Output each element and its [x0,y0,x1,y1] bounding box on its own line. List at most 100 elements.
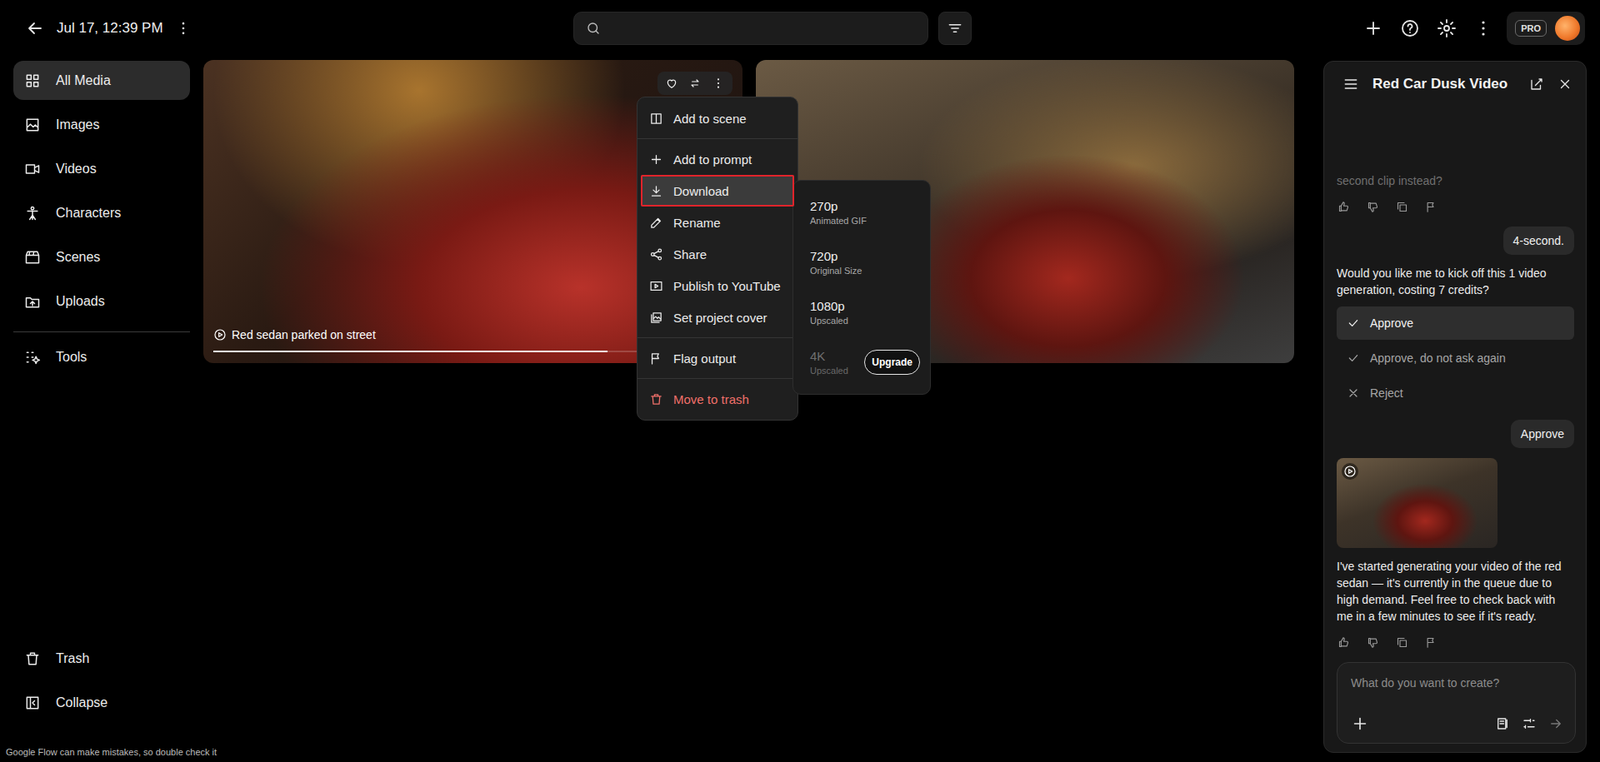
prompt-input[interactable] [1347,673,1567,694]
menu-divider [637,378,798,380]
flag-icon [1425,636,1438,650]
close-button[interactable] [1554,73,1576,95]
sidebar-item[interactable]: All Media [13,60,190,100]
sidebar-item[interactable]: Collapse [13,683,190,723]
account-pill[interactable]: PRO [1506,11,1585,45]
sidebar-item[interactable]: Characters [13,193,190,233]
sidebar-item[interactable]: Images [13,105,190,145]
scene-icon [649,111,664,126]
chat-header: Red Car Dusk Video [1324,61,1586,107]
feedback-button[interactable] [1391,197,1413,217]
send-icon [1548,716,1564,732]
grid-icon [24,72,41,90]
feedback-button[interactable] [1420,633,1442,653]
send-button[interactable] [1545,713,1567,735]
collapse-icon [24,695,41,712]
feedback-button[interactable] [1420,197,1442,217]
sidebar-divider [13,331,190,333]
user-message: 4-second. [1503,226,1575,255]
attach-button[interactable] [1347,711,1373,737]
menu-icon [1342,75,1360,93]
reuse-button[interactable] [684,74,706,93]
search-field[interactable] [573,11,929,45]
more-button[interactable] [1470,15,1497,42]
download-option[interactable]: 720pOriginal Size [810,237,920,288]
approval-option[interactable]: Reject [1336,376,1575,410]
thumbup-icon [1337,200,1350,214]
download-option[interactable]: 1080pUpscaled [810,287,920,338]
flow-app: Jul 17, 12:39 PM PRO All Media ImagesVideos… [0,0,1600,762]
assistant-message: I've started generating your video of th… [1336,558,1575,653]
download-option[interactable]: 270pAnimated GIF [810,187,920,238]
close-icon [1557,76,1573,92]
upgrade-button[interactable]: Upgrade [864,350,920,375]
upload-icon [24,293,41,310]
project-title: Jul 17, 12:39 PM [56,20,164,37]
menu-item[interactable]: Move to trash [640,383,795,415]
close-icon [1346,386,1360,400]
sidebar: All Media ImagesVideosCharactersScenesUpl… [0,56,200,762]
feedback-button[interactable] [1391,633,1413,653]
settings-sliders-button[interactable] [1518,713,1540,735]
clapper-icon [24,249,41,266]
add-button[interactable] [1360,15,1387,42]
approval-option[interactable]: Approve, do not ask again [1336,341,1575,375]
menu-item[interactable]: Add to scene [640,102,795,135]
flag-icon [1425,200,1438,214]
back-button[interactable] [21,15,49,42]
generated-video-thumbnail[interactable] [1336,458,1498,549]
feedback-row [1333,633,1575,653]
menu-divider [637,337,798,339]
card-menu-button[interactable] [707,74,730,93]
menu-item[interactable]: Rename [640,206,795,239]
menu-item[interactable]: Publish to YouTube [640,270,795,302]
feedback-button[interactable] [1333,633,1355,653]
avatar[interactable] [1555,15,1580,41]
back-icon [25,18,45,39]
thumbdown-icon [1366,200,1380,214]
menu-item[interactable]: Share [640,238,795,270]
prompt-notes-button[interactable] [1491,713,1514,735]
trash-icon [24,650,41,668]
notes-icon [1495,716,1510,732]
search-input[interactable] [609,20,916,37]
check-icon [1346,351,1360,365]
download-option: 4KUpscaledUpgrade [810,337,920,388]
project-menu-button[interactable] [171,16,195,40]
heart-icon [665,76,679,90]
sidebar-item[interactable]: Tools [13,337,190,377]
sidebar-item[interactable]: Uploads [13,281,190,321]
top-bar: Jul 17, 12:39 PM PRO [0,0,1600,57]
plan-badge: PRO [1515,20,1547,37]
sparkle-icon [24,349,41,366]
plus-icon [1363,18,1384,39]
menu-item[interactable]: Add to prompt [640,143,795,175]
flag-icon [649,351,664,366]
favorite-button[interactable] [660,74,683,93]
download-submenu: 270pAnimated GIF720pOriginal Size1080pUp… [792,180,931,395]
filter-button[interactable] [938,11,972,45]
gear-icon [1436,18,1457,39]
feedback-button[interactable] [1333,197,1355,217]
new-chat-button[interactable] [1525,73,1548,95]
feedback-row [1333,197,1575,217]
menu-item[interactable]: Download [640,175,795,207]
feedback-button[interactable] [1362,197,1384,217]
menu-item[interactable]: Flag output [640,342,795,375]
help-button[interactable] [1396,15,1424,42]
sidebar-item[interactable]: Scenes [13,237,190,277]
pencil-icon [649,215,664,230]
sidebar-item[interactable]: Videos [13,149,190,189]
sidebar-item[interactable]: Trash [13,639,190,679]
chat-menu-button[interactable] [1339,72,1363,96]
copy-icon [1395,200,1409,214]
menu-item[interactable]: Set project cover [640,301,795,334]
edit-icon [1529,76,1545,92]
copy-icon [1395,636,1409,650]
video-card[interactable]: Red sedan parked on streetAdd to sceneAd… [203,60,743,364]
prompt-composer [1336,662,1576,745]
plus-icon [1350,715,1370,734]
settings-button[interactable] [1433,15,1460,42]
feedback-button[interactable] [1362,633,1384,653]
approval-option[interactable]: Approve [1336,306,1575,340]
